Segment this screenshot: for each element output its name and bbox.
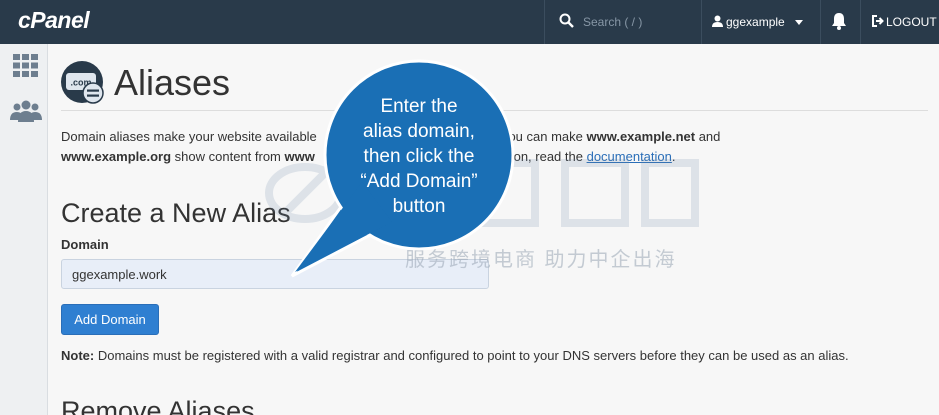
- note-body: Domains must be registered with a valid …: [94, 348, 849, 363]
- callout-line: alias domain,: [363, 121, 475, 142]
- notifications-button[interactable]: [820, 0, 861, 44]
- remove-aliases-heading: Remove Aliases: [61, 396, 255, 415]
- create-alias-heading: Create a New Alias: [61, 198, 291, 228]
- domain-alias-icon: .com: [61, 61, 104, 104]
- cpanel-logo[interactable]: cPanel: [18, 7, 90, 34]
- example-org: www.example.org: [61, 149, 172, 164]
- documentation-link[interactable]: documentation: [587, 149, 672, 164]
- chevron-down-icon[interactable]: [795, 20, 803, 25]
- user-icon: [712, 15, 723, 27]
- example-net: www.example.net: [586, 129, 696, 144]
- search-icon: [559, 13, 574, 28]
- description-text: .: [671, 149, 676, 164]
- bell-icon: [832, 13, 846, 30]
- search-box[interactable]: Search ( / ): [544, 0, 702, 44]
- callout-line: “Add Domain”: [360, 171, 478, 192]
- note-text: Note: Domains must be registered with a …: [61, 348, 921, 363]
- add-domain-button[interactable]: Add Domain: [61, 304, 159, 335]
- domain-label: Domain: [61, 237, 109, 252]
- description-text: show content from: [171, 149, 285, 164]
- left-sidebar: [0, 44, 48, 415]
- callout-line: then click the: [363, 146, 475, 167]
- example-com: www: [284, 149, 315, 164]
- description-text: Domain aliases make your website availab…: [61, 129, 321, 144]
- grid-icon[interactable]: [13, 54, 38, 77]
- callout-text: Enter the alias domain, then click the “…: [333, 94, 505, 219]
- logout-label[interactable]: LOGOUT: [886, 15, 937, 29]
- page-title: Aliases: [114, 62, 231, 103]
- note-label: Note:: [61, 348, 95, 363]
- user-menu[interactable]: ggexample: [700, 0, 821, 44]
- description-text: and: [695, 129, 721, 144]
- callout-line: Enter the: [380, 96, 458, 117]
- username[interactable]: ggexample: [726, 15, 785, 29]
- callout-line: button: [392, 196, 446, 217]
- search-placeholder[interactable]: Search ( / ): [583, 15, 642, 29]
- users-icon[interactable]: [10, 100, 42, 122]
- logout-icon: [872, 15, 884, 27]
- watermark-text: 服务跨境电商 助力中企出海: [405, 249, 677, 271]
- top-navigation-bar: cPanel Search ( / ) ggexample LOGOUT: [0, 0, 939, 44]
- description-text: ation, read the: [499, 149, 587, 164]
